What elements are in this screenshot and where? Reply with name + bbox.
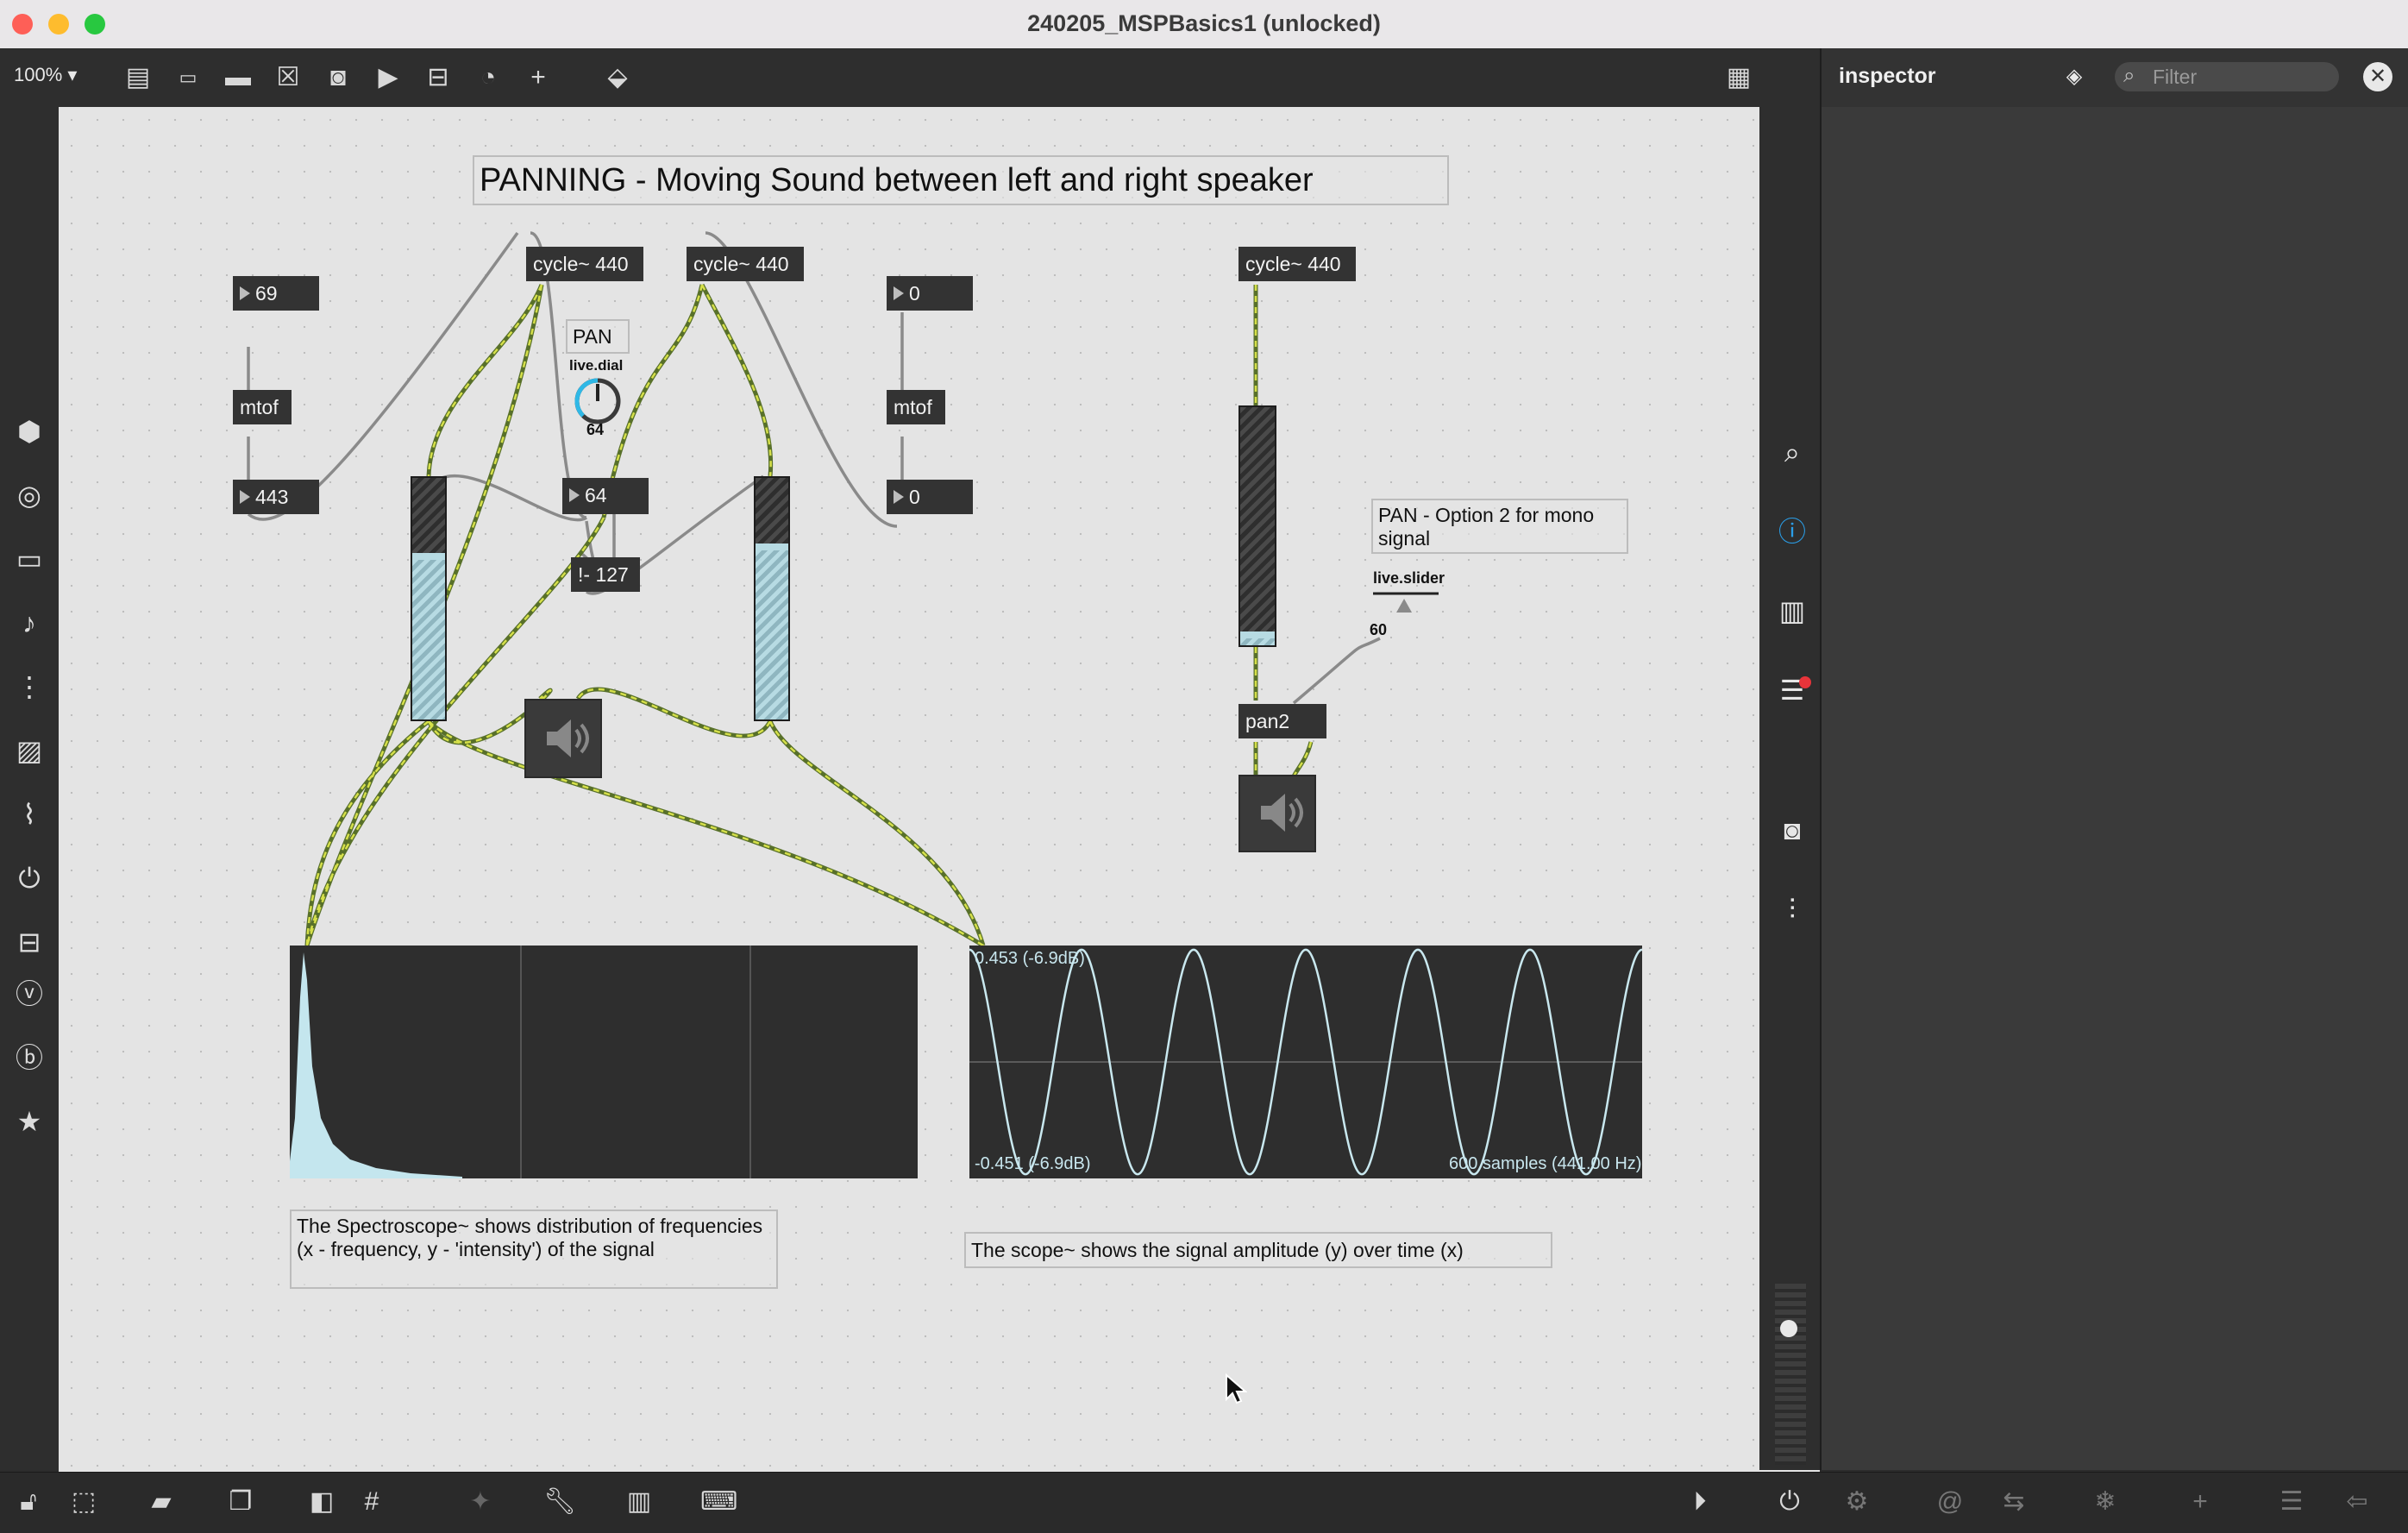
spectroscope[interactable] <box>290 946 918 1178</box>
notification-badge <box>1799 676 1811 688</box>
live-dial-label: live.dial <box>569 357 624 374</box>
pan-option2-comment[interactable]: PAN - Option 2 for mono signal <box>1371 499 1628 554</box>
volume-knob[interactable] <box>1780 1320 1797 1337</box>
swap-icon[interactable]: ⇆ <box>1996 1484 2032 1520</box>
back-icon[interactable]: ⇦ <box>2339 1484 2375 1520</box>
inspector-filter-input[interactable]: Filter <box>2115 62 2339 91</box>
windows-icon[interactable]: ❐ <box>223 1484 259 1520</box>
transport-icon[interactable]: ⏵ <box>1682 1484 1718 1520</box>
inspector-title: inspector <box>1839 64 1936 88</box>
midi-number-box-right[interactable]: 0 <box>887 276 973 311</box>
frequency-number-box-left[interactable]: 443 <box>233 480 319 514</box>
right-sidebar <box>1759 107 1820 1470</box>
volume-meter[interactable] <box>1775 1284 1806 1465</box>
live-slider[interactable] <box>1371 587 1440 625</box>
wrench-icon[interactable]: 🔧︎ <box>542 1484 578 1520</box>
close-icon[interactable]: ✕ <box>2363 62 2392 91</box>
gain-fill-left <box>412 553 445 719</box>
at-icon[interactable]: @ <box>1932 1484 1968 1520</box>
snapshot-icon[interactable]: ◙ <box>1775 813 1809 847</box>
scope-max-label: 0.453 (-6.9dB) <box>975 949 1085 968</box>
gain-slider-right[interactable] <box>754 476 790 721</box>
debug-icon[interactable]: ✦ <box>462 1484 499 1520</box>
invert-expr-object[interactable]: !- 127 <box>571 557 640 592</box>
spectrum-plot <box>290 946 751 1178</box>
audio-power-icon[interactable]: ⏻ <box>1772 1484 1808 1520</box>
mtof-object-left[interactable]: mtof <box>233 390 292 424</box>
live-slider-label: live.slider <box>1373 569 1445 587</box>
search-icon: ⌕ <box>2123 64 2135 87</box>
add-icon[interactable]: + <box>2182 1484 2218 1520</box>
gain-fill-mono <box>1240 631 1275 645</box>
gain-fill-right <box>756 543 788 719</box>
menu-icon[interactable]: ☰ <box>2273 1484 2310 1520</box>
cycle-object-left[interactable]: cycle~ 440 <box>526 247 643 281</box>
cord <box>1292 637 1381 705</box>
keyboard-icon[interactable]: ⌨ <box>700 1484 737 1520</box>
grid-toggle-icon[interactable]: # <box>354 1484 390 1520</box>
mouse-cursor-icon <box>1226 1373 1247 1404</box>
gain-slider-left[interactable] <box>411 476 447 721</box>
presentation-toggle-icon[interactable]: ◧ <box>304 1484 340 1520</box>
waveform-plot <box>969 948 1643 1176</box>
freeze-icon[interactable]: ❄ <box>2087 1484 2123 1520</box>
search-icon[interactable]: ⌕ <box>1775 435 1809 469</box>
pan2-object[interactable]: pan2 <box>1238 704 1326 738</box>
piano-icon[interactable]: ▥ <box>621 1484 657 1520</box>
gain-slider-mono[interactable] <box>1238 405 1276 647</box>
speaker-icon <box>547 719 589 757</box>
scope-comment[interactable]: The scope~ shows the signal amplitude (y… <box>964 1232 1552 1268</box>
title-comment[interactable]: PANNING - Moving Sound between left and … <box>473 155 1449 205</box>
pan-number-box[interactable]: 64 <box>562 478 649 514</box>
oscilloscope[interactable] <box>969 946 1643 1178</box>
lock-icon[interactable]: 🔓︎ <box>10 1484 47 1520</box>
cycle-object-mono[interactable]: cycle~ 440 <box>1238 247 1356 281</box>
ezdac-mono[interactable] <box>1238 775 1316 852</box>
scope-min-label: -0.451 (-6.9dB) <box>975 1154 1091 1173</box>
select-icon[interactable]: ⬚ <box>66 1484 102 1520</box>
scope-info-label: 600 samples (441.00 Hz) <box>1449 1154 1642 1173</box>
settings-icon[interactable]: ⚙ <box>1839 1484 1875 1520</box>
pan-comment[interactable]: PAN <box>566 319 630 354</box>
parameter-icon[interactable]: ◈ <box>2060 62 2089 91</box>
live-slider-value: 60 <box>1370 621 1388 638</box>
inspector-panel <box>1820 48 2408 1470</box>
info-icon[interactable]: ⓘ <box>1775 514 1809 549</box>
mixer-icon[interactable]: ⫶ <box>1775 892 1809 927</box>
frequency-number-box-right[interactable]: 0 <box>887 480 973 514</box>
live-dial-value: 64 <box>586 421 605 438</box>
cycle-object-right[interactable]: cycle~ 440 <box>687 247 804 281</box>
reference-icon[interactable]: ▥ <box>1775 594 1809 628</box>
spectroscope-comment[interactable]: The Spectroscope~ shows distribution of … <box>290 1209 778 1289</box>
chat-icon[interactable]: ▰ <box>143 1484 179 1520</box>
midi-number-box-left[interactable]: 69 <box>233 276 319 311</box>
ezdac-stereo[interactable] <box>524 699 602 778</box>
mtof-object-right[interactable]: mtof <box>887 390 945 424</box>
speaker-icon <box>1261 794 1303 832</box>
